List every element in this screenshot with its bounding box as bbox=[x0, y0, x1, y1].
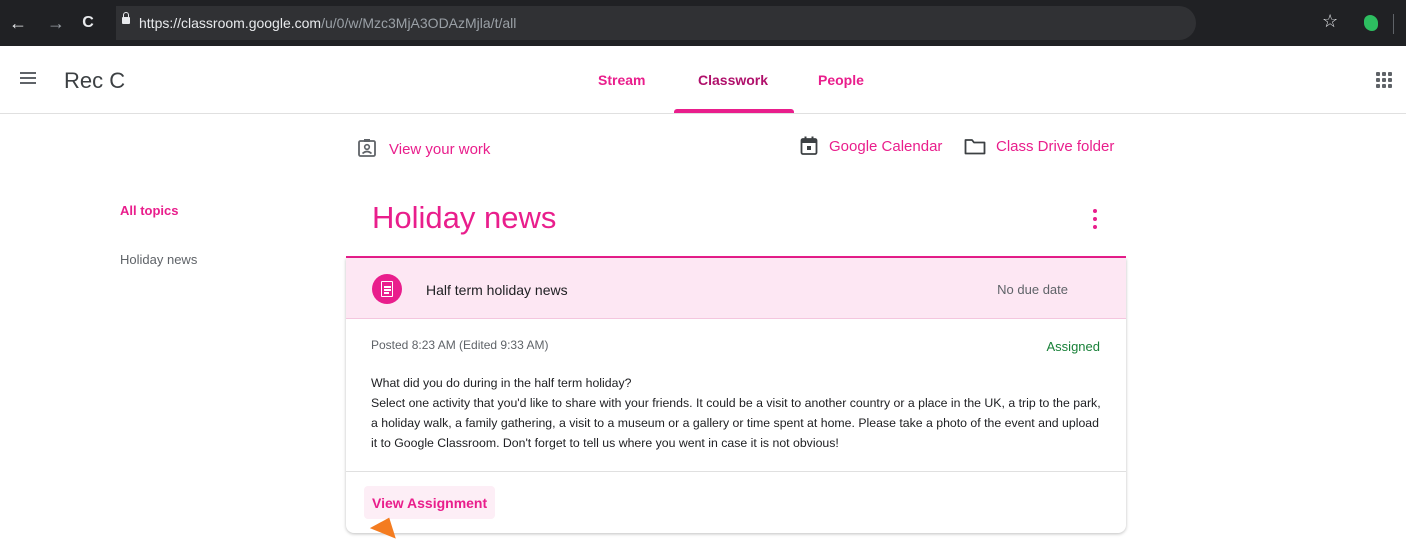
view-assignment-button[interactable]: View Assignment bbox=[364, 486, 496, 519]
back-icon[interactable]: ← bbox=[8, 13, 28, 33]
class-title[interactable]: Rec C bbox=[64, 68, 125, 94]
class-drive-folder-link[interactable]: Class Drive folder bbox=[996, 138, 1114, 155]
google-calendar-link[interactable]: Google Calendar bbox=[829, 138, 942, 155]
assignment-ind-icon bbox=[358, 139, 376, 157]
url-host: https://classroom.google.com bbox=[139, 15, 322, 31]
description-line: Select one activity that you'd like to s… bbox=[371, 396, 1101, 450]
status-badge: Assigned bbox=[1046, 339, 1100, 354]
apps-grid-icon[interactable] bbox=[1376, 72, 1392, 88]
folder-icon bbox=[964, 139, 986, 155]
topic-title: Holiday news bbox=[372, 200, 557, 235]
description-line: What did you do during in the half term … bbox=[371, 376, 632, 390]
assignment-description: What did you do during in the half term … bbox=[371, 373, 1101, 453]
app-header: Rec C Stream Classwork People bbox=[0, 46, 1406, 114]
tab-stream[interactable]: Stream bbox=[598, 72, 645, 88]
more-options-icon[interactable] bbox=[1093, 209, 1097, 229]
menu-icon[interactable] bbox=[20, 77, 36, 79]
assignment-title: Half term holiday news bbox=[426, 282, 568, 298]
evernote-icon[interactable] bbox=[1364, 15, 1378, 31]
view-your-work-link[interactable]: View your work bbox=[389, 141, 490, 158]
sidebar-item-all-topics[interactable]: All topics bbox=[120, 203, 179, 218]
calendar-icon bbox=[800, 136, 818, 155]
assignment-icon bbox=[372, 274, 402, 304]
url-text[interactable]: https://classroom.google.com/u/0/w/Mzc3M… bbox=[139, 15, 516, 31]
tab-classwork[interactable]: Classwork bbox=[698, 72, 768, 88]
posted-time: Posted 8:23 AM (Edited 9:33 AM) bbox=[371, 338, 549, 352]
active-tab-indicator bbox=[674, 109, 794, 113]
forward-icon[interactable]: → bbox=[46, 13, 66, 33]
assignment-card: Half term holiday news No due date Poste… bbox=[346, 258, 1126, 533]
lock-icon bbox=[122, 12, 130, 24]
toolbar-divider bbox=[1393, 14, 1394, 34]
due-date: No due date bbox=[997, 282, 1068, 297]
reload-icon[interactable]: C bbox=[78, 13, 98, 33]
star-icon[interactable]: ☆ bbox=[1322, 11, 1338, 32]
card-divider bbox=[346, 471, 1126, 472]
tab-people[interactable]: People bbox=[818, 72, 864, 88]
browser-toolbar: ← → C https://classroom.google.com/u/0/w… bbox=[0, 0, 1406, 46]
url-path: /u/0/w/Mzc3MjA3ODAzMjla/t/all bbox=[321, 15, 517, 31]
sidebar-item-holiday-news[interactable]: Holiday news bbox=[120, 252, 197, 267]
assignment-header[interactable]: Half term holiday news No due date bbox=[346, 258, 1126, 319]
